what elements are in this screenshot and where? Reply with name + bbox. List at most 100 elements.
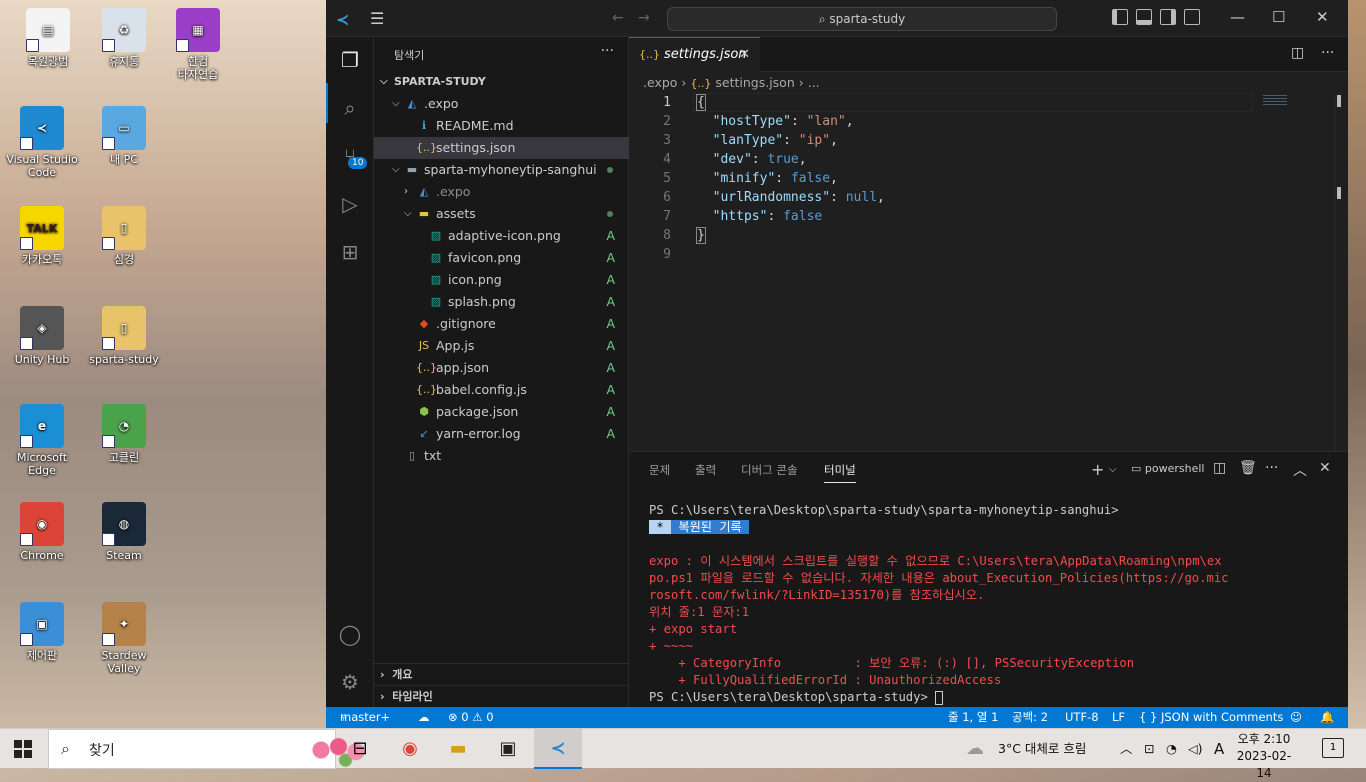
tree-item[interactable]: ⬢ package.json A <box>374 401 629 423</box>
windows-start-icon[interactable] <box>14 740 32 758</box>
feedback-icon[interactable]: ☺ <box>1290 707 1302 728</box>
new-terminal-icon[interactable]: + <box>1091 460 1104 479</box>
menu-hamburger-icon[interactable]: ☰ <box>370 9 384 28</box>
timeline-section[interactable]: › 타임라인 <box>374 685 629 707</box>
tree-item[interactable]: {..} settings.json <box>374 137 629 159</box>
tree-item[interactable]: {..} app.json A <box>374 357 629 379</box>
command-center-search[interactable]: ⌕ sparta-study <box>667 7 1057 31</box>
terminal-output[interactable]: PS C:\Users\tera\Desktop\sparta-study\sp… <box>649 502 1339 706</box>
desktop-icon[interactable]: ▦ 한컴 타자연습 <box>160 8 236 81</box>
eol[interactable]: LF <box>1112 707 1125 728</box>
vscode-taskbar-icon[interactable]: ≺ <box>534 729 582 769</box>
terminal-shell-selector[interactable]: ▭ powershell <box>1131 462 1205 475</box>
tree-item[interactable]: ⌵ ▬ sparta-myhoneytip-sanghui <box>374 159 629 181</box>
toggle-panel-icon[interactable] <box>1136 9 1152 25</box>
tab-settings-json[interactable]: {..} settings.json ✕ <box>629 37 760 72</box>
extensions-icon[interactable]: ⊞ <box>337 239 363 265</box>
maximize-icon[interactable]: ☐ <box>1272 8 1285 26</box>
account-icon[interactable]: ◯ <box>337 621 363 647</box>
network-icon[interactable]: ⊡ <box>1144 729 1154 769</box>
weather-icon[interactable]: ☁ <box>966 729 984 769</box>
forward-arrow-icon[interactable]: → <box>638 10 650 26</box>
maximize-panel-icon[interactable]: ︿ <box>1293 460 1307 480</box>
editor-more-icon[interactable]: ··· <box>1321 45 1334 61</box>
clock[interactable]: 오후 2:10 2023-02-14 <box>1232 731 1296 782</box>
wifi-icon[interactable]: ◔ <box>1166 729 1177 769</box>
terminal-taskbar-icon[interactable]: ▣ <box>484 729 532 769</box>
desktop-icon[interactable]: ▯ 심경 <box>86 206 162 266</box>
encoding[interactable]: UTF-8 <box>1065 707 1099 728</box>
settings-gear-icon[interactable]: ⚙ <box>337 669 363 695</box>
workspace-root[interactable]: ⌵ SPARTA-STUDY <box>374 71 629 93</box>
close-tab-icon[interactable]: ✕ <box>739 38 750 71</box>
tree-item[interactable]: JS App.js A <box>374 335 629 357</box>
tree-item[interactable]: › ◭ .expo <box>374 181 629 203</box>
search-icon[interactable]: ⌕ <box>337 95 363 121</box>
tree-item[interactable]: ▨ icon.png A <box>374 269 629 291</box>
tree-item[interactable]: {..} babel.config.js A <box>374 379 629 401</box>
desktop-icon[interactable]: e Microsoft Edge <box>4 404 80 477</box>
minimap[interactable] <box>1263 95 1287 105</box>
task-view-icon[interactable]: ⊟ <box>336 729 384 769</box>
sync-icon[interactable]: ☁ <box>418 707 430 728</box>
breadcrumb-symbol[interactable]: ... <box>808 75 820 90</box>
weather-text[interactable]: 3°C 대체로 흐림 <box>998 729 1086 769</box>
toggle-secondary-sidebar-icon[interactable] <box>1160 9 1176 25</box>
bell-icon[interactable]: 🔔 <box>1320 707 1334 728</box>
tab-output[interactable]: 출력 <box>695 462 716 478</box>
desktop-icon[interactable]: ♻ 휴지통 <box>86 8 162 68</box>
file-explorer-icon[interactable]: ▬ <box>434 729 482 769</box>
explorer-icon[interactable]: ❐ <box>337 47 363 73</box>
outline-section[interactable]: › 개요 <box>374 663 629 685</box>
desktop-icon[interactable]: TALK 카카오톡 <box>4 206 80 266</box>
chrome-taskbar-icon[interactable]: ◉ <box>386 729 434 769</box>
tree-item[interactable]: ℹ README.md <box>374 115 629 137</box>
problems-indicator[interactable]: ⊗ 0 ⚠ 0 <box>448 707 494 728</box>
back-arrow-icon[interactable]: ← <box>612 10 624 26</box>
tree-item[interactable]: ▨ adaptive-icon.png A <box>374 225 629 247</box>
customize-layout-icon[interactable] <box>1184 9 1200 25</box>
breadcrumb-file[interactable]: settings.json <box>715 75 794 90</box>
desktop-icon[interactable]: ▤ 목원광범 <box>10 8 86 68</box>
tree-item[interactable]: ⌵ ▬ assets <box>374 203 629 225</box>
tree-item[interactable]: ▯ txt <box>374 445 629 467</box>
indent-setting[interactable]: 공백: 2 <box>1012 707 1048 728</box>
toggle-sidebar-icon[interactable] <box>1112 9 1128 25</box>
breadcrumb-folder[interactable]: .expo <box>643 75 677 90</box>
tree-item[interactable]: ↙ yarn-error.log A <box>374 423 629 445</box>
panel-more-icon[interactable]: ··· <box>1265 460 1278 476</box>
desktop-icon[interactable]: ◈ Unity Hub <box>4 306 80 366</box>
tab-terminal[interactable]: 터미널 <box>824 462 856 483</box>
run-debug-icon[interactable]: ▷ <box>337 191 363 217</box>
split-terminal-icon[interactable]: ◫ <box>1213 460 1226 476</box>
close-panel-icon[interactable]: ✕ <box>1319 460 1331 476</box>
language-mode[interactable]: { } JSON with Comments <box>1139 707 1283 728</box>
trash-icon[interactable]: 🗑 <box>1239 460 1257 476</box>
taskbar-search[interactable]: ⌕ 찾기 <box>48 729 377 769</box>
desktop-icon[interactable]: ◔ 고클린 <box>86 404 162 464</box>
desktop-icon[interactable]: ◍ Steam <box>86 502 162 562</box>
split-editor-icon[interactable]: ◫ <box>1291 45 1304 61</box>
desktop-icon[interactable]: ▭ 내 PC <box>86 106 162 166</box>
desktop-icon[interactable]: ▣ 제어판 <box>4 602 80 662</box>
desktop-icon[interactable]: ◉ Chrome <box>4 502 80 562</box>
minimize-icon[interactable]: — <box>1230 8 1245 26</box>
chevron-down-icon[interactable]: ⌵ <box>1109 464 1117 475</box>
desktop-icon[interactable]: ▯ sparta-study <box>86 306 162 366</box>
tray-chevron-icon[interactable]: ︿ <box>1120 729 1133 769</box>
tab-debug-console[interactable]: 디버그 콘솔 <box>741 462 798 478</box>
ime-indicator[interactable]: A <box>1214 729 1224 769</box>
notification-center-icon[interactable]: 1 <box>1322 738 1344 758</box>
tab-problems[interactable]: 문제 <box>649 462 670 478</box>
editor-scrollbar[interactable] <box>1334 95 1341 455</box>
tree-item[interactable]: ▨ splash.png A <box>374 291 629 313</box>
cursor-position[interactable]: 줄 1, 열 1 <box>948 707 998 728</box>
close-window-icon[interactable]: ✕ <box>1316 8 1329 26</box>
tree-item[interactable]: ▨ favicon.png A <box>374 247 629 269</box>
desktop-icon[interactable]: ✦ Stardew Valley <box>86 602 162 675</box>
explorer-more-button[interactable]: ··· <box>601 43 614 59</box>
tree-item[interactable]: ◆ .gitignore A <box>374 313 629 335</box>
desktop-icon[interactable]: ≺ Visual Studio Code <box>4 106 80 179</box>
tree-item[interactable]: ⌵ ◭ .expo <box>374 93 629 115</box>
volume-icon[interactable]: ◁) <box>1188 729 1203 769</box>
